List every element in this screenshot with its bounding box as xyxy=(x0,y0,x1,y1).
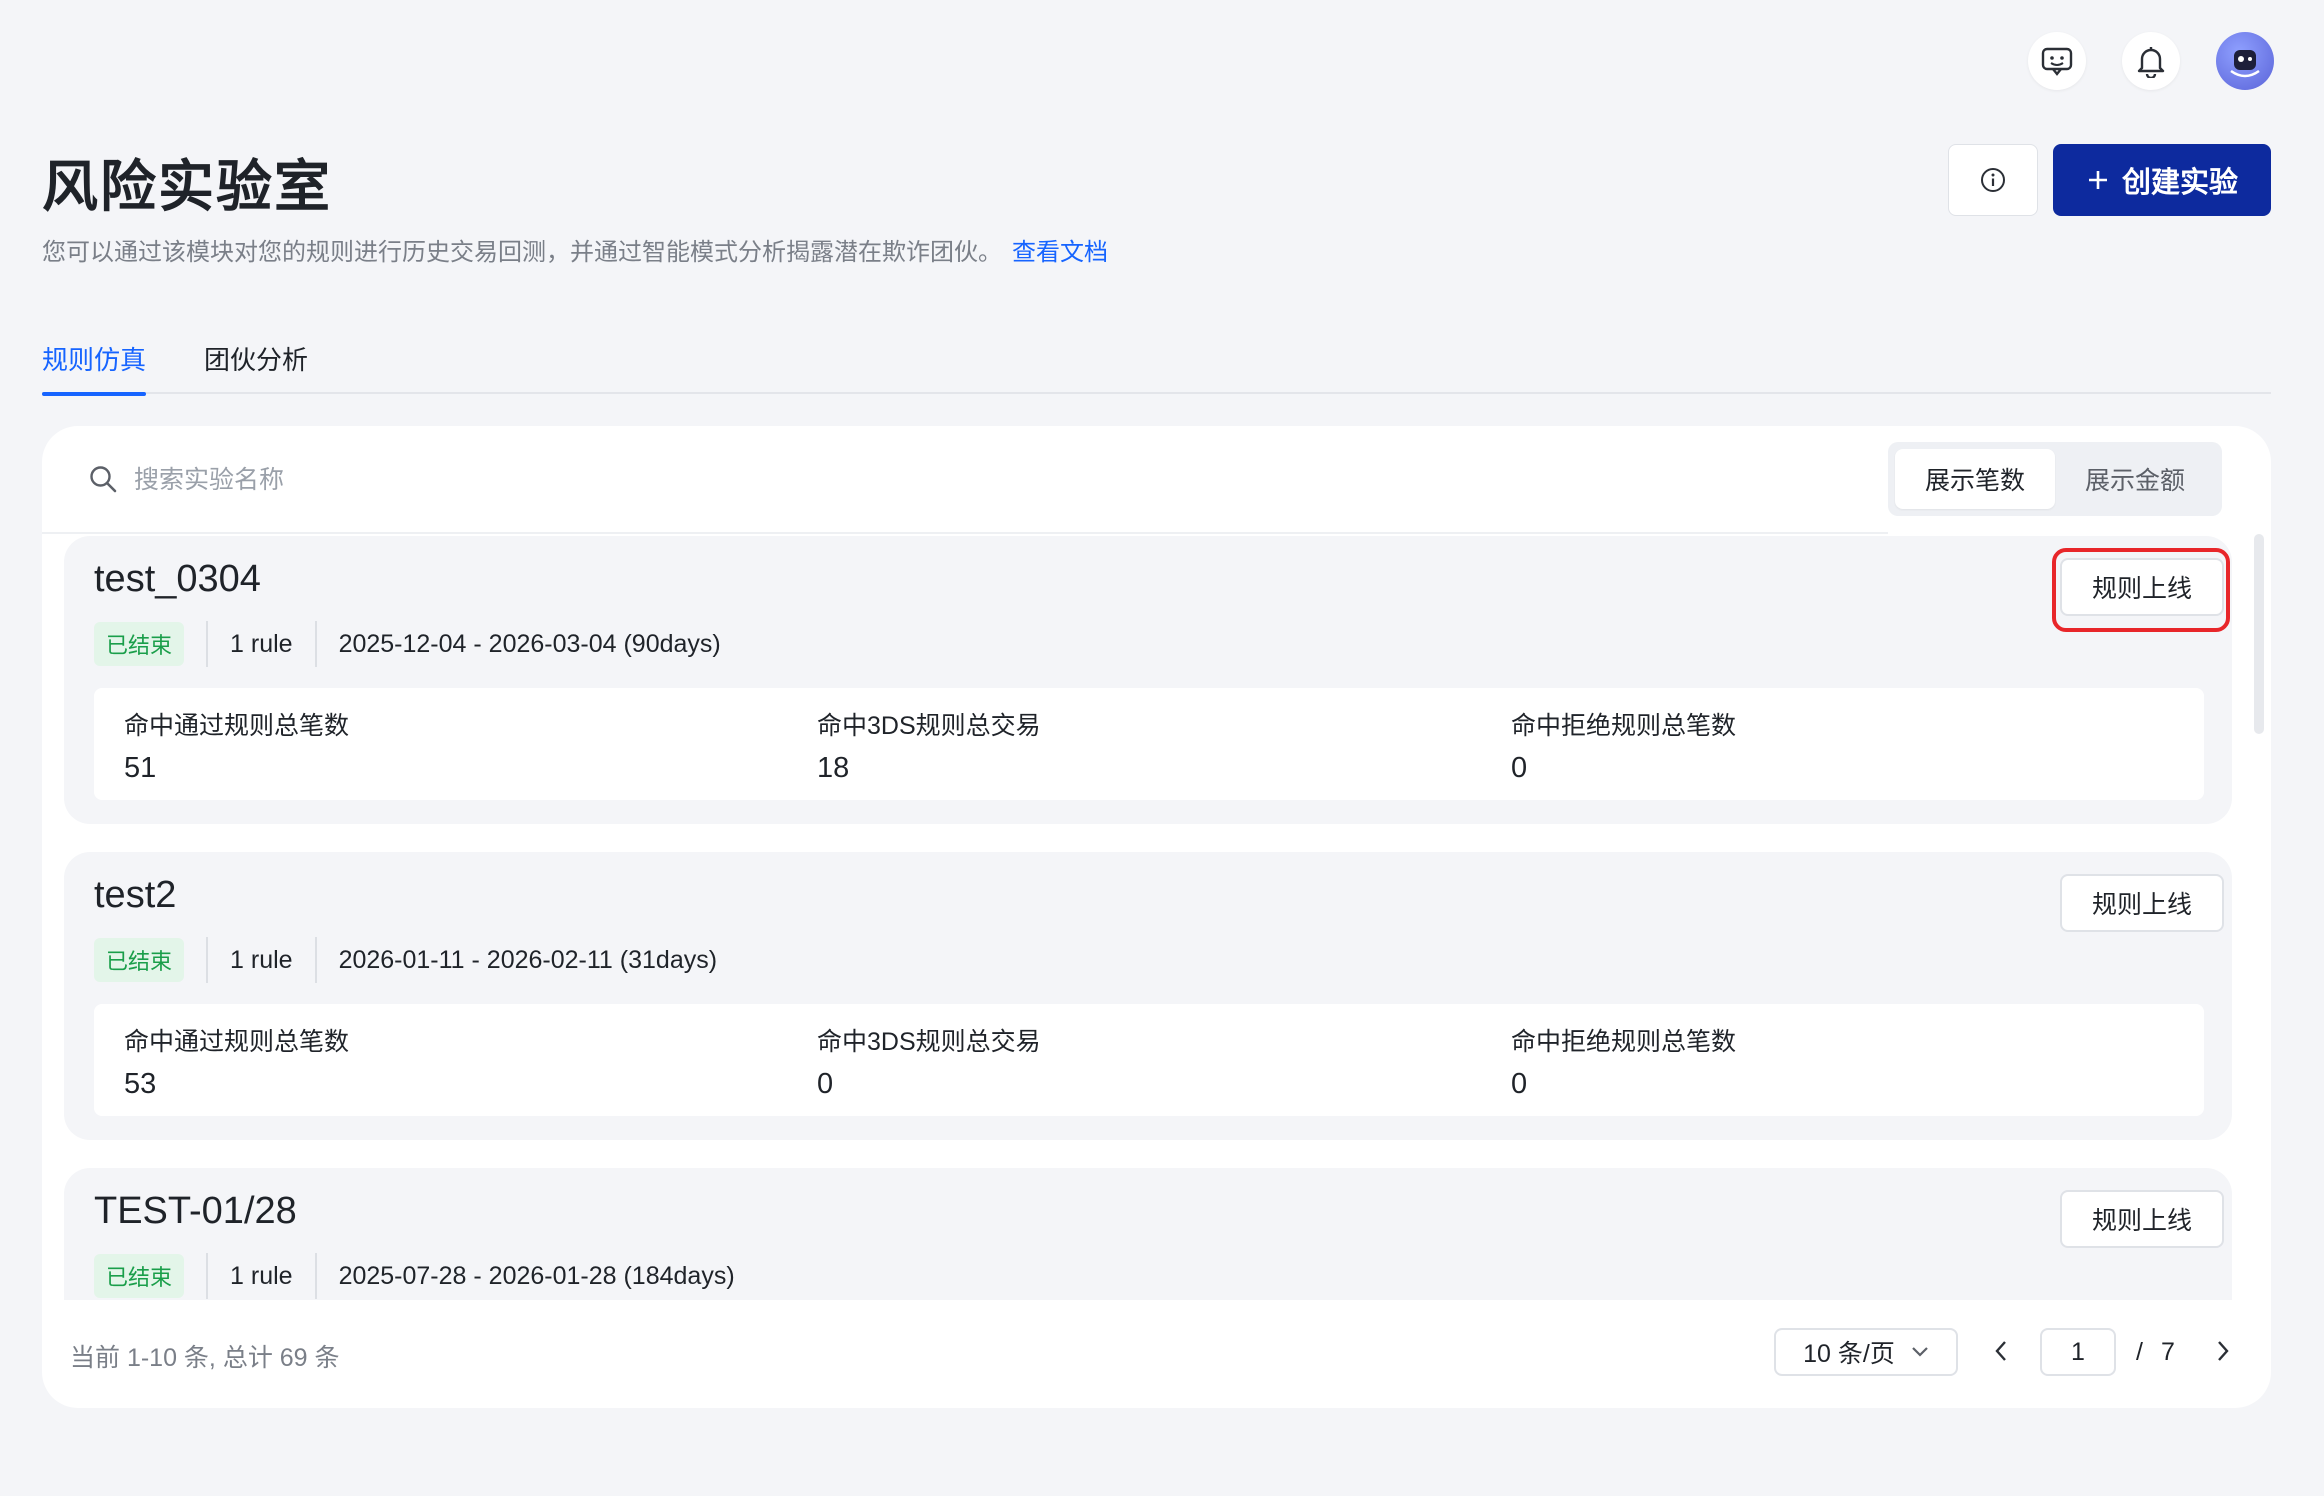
page-number-input[interactable] xyxy=(2040,1328,2116,1376)
experiment-meta: 已结束 1 rule 2026-01-11 - 2026-02-11 (31da… xyxy=(94,937,717,983)
create-experiment-button[interactable]: 创建实验 xyxy=(2053,144,2271,216)
search-input[interactable] xyxy=(134,456,834,504)
info-button[interactable] xyxy=(1948,144,2038,216)
toggle-show-amount[interactable]: 展示金额 xyxy=(2055,449,2215,509)
publish-rule-button[interactable]: 规则上线 xyxy=(2060,874,2224,932)
tab-rule-simulation[interactable]: 规则仿真 xyxy=(42,330,147,396)
chevron-left-icon xyxy=(1995,1341,2006,1361)
stats-box: 命中通过规则总笔数 51 命中3DS规则总交易 18 命中拒绝规则总笔数 0 xyxy=(94,688,2204,800)
stat-value: 53 xyxy=(124,1068,157,1100)
stat-reject: 命中拒绝规则总笔数 0 xyxy=(1511,1022,1736,1101)
experiment-list: test_0304 已结束 1 rule 2025-12-04 - 2026-0… xyxy=(42,536,2271,1300)
stat-3ds: 命中3DS规则总交易 18 xyxy=(817,706,1041,785)
page-title: 风险实验室 xyxy=(42,155,332,218)
chevron-down-icon xyxy=(1912,1347,1928,1357)
stat-label: 命中3DS规则总交易 xyxy=(817,1028,1041,1056)
divider xyxy=(206,621,209,667)
publish-rule-button[interactable]: 规则上线 xyxy=(2060,558,2224,616)
tab-gang-analysis[interactable]: 团伙分析 xyxy=(204,330,308,394)
stat-label: 命中通过规则总笔数 xyxy=(124,1028,350,1056)
subtitle-text: 您可以通过该模块对您的规则进行历史交易回测，并通过智能模式分析揭露潜在欺诈团伙。 xyxy=(42,239,1002,266)
experiment-name[interactable]: test_0304 xyxy=(94,558,261,601)
avatar[interactable] xyxy=(2216,32,2274,90)
bell-icon[interactable] xyxy=(2122,32,2180,90)
rule-count: 1 rule xyxy=(230,629,293,658)
info-icon xyxy=(1981,168,2005,192)
publish-rule-button[interactable]: 规则上线 xyxy=(2060,1190,2224,1248)
experiment-card: TEST-01/28 已结束 1 rule 2025-07-28 - 2026-… xyxy=(64,1168,2232,1300)
prev-page-button[interactable] xyxy=(1986,1336,2016,1366)
divider xyxy=(314,621,317,667)
page-size-select[interactable]: 10 条/页 xyxy=(1774,1328,1958,1376)
risk-lab-page: 风险实验室 您可以通过该模块对您的规则进行历史交易回测，并通过智能模式分析揭露潜… xyxy=(0,0,2324,1496)
divider xyxy=(206,1253,209,1299)
page-separator: / xyxy=(2136,1338,2143,1366)
chat-bot-icon[interactable] xyxy=(2028,32,2086,90)
view-docs-link[interactable]: 查看文档 xyxy=(1012,239,1108,266)
status-badge: 已结束 xyxy=(94,622,185,666)
experiment-panel: 展示笔数 展示金额 test_0304 已结束 1 rule 2025-12-0… xyxy=(42,426,2271,1408)
experiment-name[interactable]: TEST-01/28 xyxy=(94,1190,297,1233)
plus-icon xyxy=(2088,171,2107,189)
view-mode-toggle: 展示笔数 展示金额 xyxy=(1888,442,2222,516)
stat-label: 命中通过规则总笔数 xyxy=(124,712,350,740)
top-bar xyxy=(2028,32,2274,90)
total-pages: 7 xyxy=(2160,1338,2175,1366)
stat-pass: 命中通过规则总笔数 51 xyxy=(124,706,349,785)
stat-pass: 命中通过规则总笔数 53 xyxy=(124,1022,349,1101)
experiment-meta: 已结束 1 rule 2025-12-04 - 2026-03-04 (90da… xyxy=(94,621,721,667)
tab-bar: 规则仿真 团伙分析 xyxy=(42,330,2271,396)
status-badge: 已结束 xyxy=(94,938,185,982)
stat-reject: 命中拒绝规则总笔数 0 xyxy=(1511,706,1736,785)
divider xyxy=(314,937,317,983)
rule-count: 1 rule xyxy=(230,945,293,974)
stat-label: 命中拒绝规则总笔数 xyxy=(1511,712,1737,740)
chevron-right-icon xyxy=(2218,1341,2229,1361)
toggle-show-count[interactable]: 展示笔数 xyxy=(1895,449,2055,509)
stat-3ds: 命中3DS规则总交易 0 xyxy=(817,1022,1041,1101)
experiment-name[interactable]: test2 xyxy=(94,874,176,917)
stat-value: 51 xyxy=(124,752,157,784)
search-row xyxy=(42,426,1888,534)
divider xyxy=(206,937,209,983)
date-range: 2026-01-11 - 2026-02-11 (31days) xyxy=(338,945,718,974)
stat-label: 命中拒绝规则总笔数 xyxy=(1511,1028,1737,1056)
page-subtitle: 您可以通过该模块对您的规则进行历史交易回测，并通过智能模式分析揭露潜在欺诈团伙。… xyxy=(42,232,1108,267)
pagination-summary: 当前 1-10 条, 总计 69 条 xyxy=(70,1344,340,1372)
page-size-value: 10 条/页 xyxy=(1803,1340,1895,1368)
create-experiment-label: 创建实验 xyxy=(2121,167,2238,199)
date-range: 2025-07-28 - 2026-01-28 (184days) xyxy=(338,1261,735,1290)
status-badge: 已结束 xyxy=(94,1254,185,1298)
page-total: / 7 xyxy=(2136,1338,2175,1367)
next-page-button[interactable] xyxy=(2208,1336,2238,1366)
stats-box: 命中通过规则总笔数 53 命中3DS规则总交易 0 命中拒绝规则总笔数 0 xyxy=(94,1004,2204,1116)
stat-value: 0 xyxy=(1511,752,1528,784)
stat-value: 18 xyxy=(817,752,850,784)
experiment-card: test2 已结束 1 rule 2026-01-11 - 2026-02-11… xyxy=(64,852,2232,1140)
search-icon xyxy=(90,466,117,493)
stat-value: 0 xyxy=(1511,1068,1528,1100)
rule-count: 1 rule xyxy=(230,1261,293,1290)
divider xyxy=(314,1253,317,1299)
stat-value: 0 xyxy=(817,1068,834,1100)
experiment-card: test_0304 已结束 1 rule 2025-12-04 - 2026-0… xyxy=(64,536,2232,824)
stat-label: 命中3DS规则总交易 xyxy=(817,712,1041,740)
date-range: 2025-12-04 - 2026-03-04 (90days) xyxy=(338,629,721,658)
experiment-meta: 已结束 1 rule 2025-07-28 - 2026-01-28 (184d… xyxy=(94,1253,735,1299)
pagination-bar: 当前 1-10 条, 总计 69 条 10 条/页 / 7 xyxy=(42,1300,2271,1408)
